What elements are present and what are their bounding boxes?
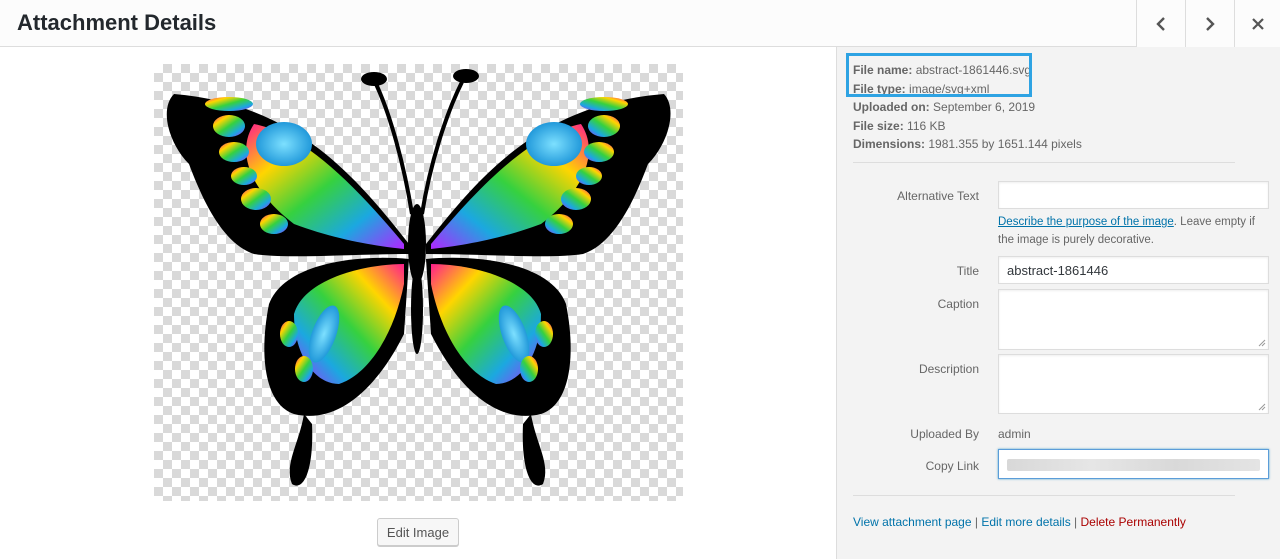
resize-handle-icon[interactable] — [1258, 339, 1266, 347]
close-modal-button[interactable] — [1234, 0, 1280, 47]
title-input[interactable] — [998, 256, 1269, 284]
copy-link-input[interactable] — [998, 449, 1269, 479]
attachment-sidebar: File name: abstract-1861446.svg File typ… — [836, 47, 1280, 559]
attachment-image — [154, 64, 683, 501]
caption-textarea[interactable] — [998, 289, 1269, 350]
description-textarea[interactable] — [998, 354, 1269, 414]
next-attachment-button[interactable] — [1185, 0, 1234, 47]
alt-text-help-link[interactable]: Describe the purpose of the image — [998, 216, 1174, 228]
delete-permanently-link[interactable]: Delete Permanently — [1081, 515, 1186, 529]
copy-link-label: Copy Link — [925, 459, 979, 473]
resize-handle-icon[interactable] — [1258, 403, 1266, 411]
chevron-left-icon — [1154, 16, 1168, 32]
dimensions-row: Dimensions: 1981.355 by 1651.144 pixels — [853, 137, 1082, 151]
media-preview-pane: Edit Image — [0, 47, 836, 559]
uploaded-by-label: Uploaded By — [910, 427, 979, 441]
dimensions-value: 1981.355 by 1651.144 pixels — [928, 137, 1082, 151]
alt-text-label: Alternative Text — [897, 189, 979, 203]
edit-image-button[interactable]: Edit Image — [377, 518, 459, 546]
alt-text-help: Describe the purpose of the image. Leave… — [998, 216, 1255, 246]
edit-more-details-link[interactable]: Edit more details — [981, 515, 1070, 529]
close-icon — [1251, 17, 1265, 31]
attachment-details-modal: Attachment Details Edit Image File name:… — [0, 0, 1280, 559]
modal-header: Attachment Details — [0, 0, 1280, 47]
caption-label: Caption — [937, 297, 979, 311]
uploaded-on-row: Uploaded on: September 6, 2019 — [853, 100, 1036, 114]
previous-attachment-button[interactable] — [1136, 0, 1185, 47]
description-label: Description — [918, 362, 979, 376]
modal-title: Attachment Details — [17, 10, 217, 35]
chevron-right-icon — [1203, 16, 1217, 32]
view-attachment-page-link[interactable]: View attachment page — [853, 515, 972, 529]
attachment-actions: View attachment page | Edit more details… — [853, 515, 1186, 529]
title-label: Title — [956, 264, 979, 278]
file-info-highlight — [846, 53, 1032, 97]
blurred-url — [1007, 459, 1260, 471]
actions-divider — [853, 495, 1235, 496]
alt-text-input[interactable] — [998, 181, 1269, 209]
file-size-value: 116 KB — [907, 118, 946, 133]
file-size-row: File size: 116 KB — [853, 118, 946, 133]
uploaded-by-value: admin — [998, 427, 1031, 441]
uploaded-on-value: September 6, 2019 — [933, 100, 1036, 114]
info-divider — [853, 162, 1235, 163]
